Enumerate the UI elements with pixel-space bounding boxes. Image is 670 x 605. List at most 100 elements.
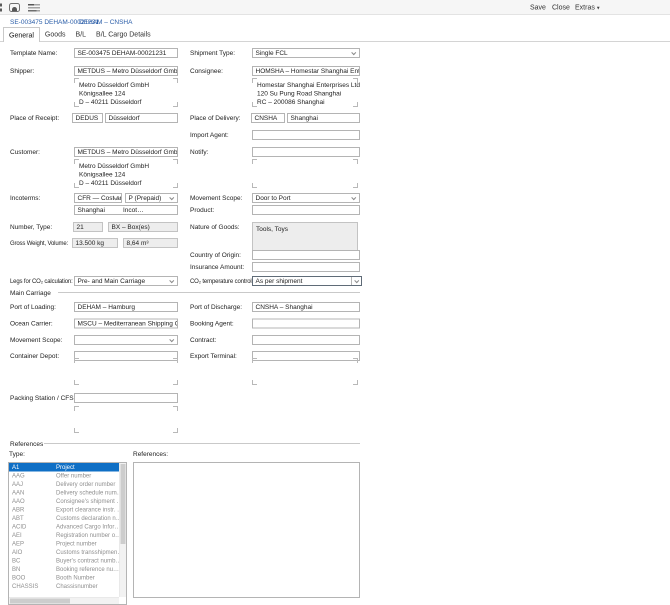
port-of-discharge-input[interactable]: CNSHA – Shanghai	[252, 302, 360, 312]
volume-field: 8,64 m³	[123, 238, 178, 248]
shipment-type-label: Shipment Type:	[190, 48, 235, 58]
vertical-scrollbar[interactable]	[119, 463, 126, 597]
notify-input[interactable]	[252, 147, 360, 157]
country-of-origin-label: Country of Origin:	[190, 250, 241, 260]
reference-type-desc: Registration number o…	[56, 531, 119, 540]
shipment-template-window: Save Close Extras▾ SE-003475 DEHAM-00021…	[0, 0, 670, 605]
horizontal-scrollbar-thumb[interactable]	[10, 599, 70, 604]
close-button[interactable]: Close	[552, 0, 570, 14]
movement-scope-select[interactable]: Door to Port	[252, 193, 360, 203]
incoterms-select[interactable]: CFR — Cost an…	[74, 193, 122, 203]
reference-type-row[interactable]: AEPProject number	[9, 540, 119, 549]
port-of-loading-input[interactable]: DEHAM – Hamburg	[74, 302, 178, 312]
main-carriage-section-label: Main Carriage	[10, 289, 51, 297]
extras-menu-button[interactable]: Extras▾	[575, 0, 600, 14]
booking-agent-input[interactable]	[252, 319, 360, 329]
chevron-down-icon	[169, 337, 174, 342]
reference-type-row[interactable]: AEIRegistration number o…	[9, 531, 119, 540]
consignee-input[interactable]: HOMSHA – Homestar Shanghai Enterprise	[252, 66, 360, 76]
container-depot-address-area[interactable]	[74, 358, 178, 385]
shipper-label: Shipper:	[10, 66, 34, 76]
clipped-toolbar-icon[interactable]	[0, 4, 2, 12]
reference-type-row[interactable]: ABTCustoms declaration n…	[9, 514, 119, 523]
references-divider	[44, 443, 360, 444]
references-textarea[interactable]	[133, 462, 360, 598]
reference-type-desc: Buyer's contract numb…	[56, 557, 119, 566]
tab-general[interactable]: General	[3, 27, 40, 42]
reference-type-code: ABR	[9, 506, 56, 515]
packing-station-label: Packing Station / CFS:	[10, 393, 75, 403]
incoterms-payment-select[interactable]: P (Prepaid)	[125, 193, 178, 203]
reference-type-row[interactable]: BCBuyer's contract numb…	[9, 557, 119, 566]
place-of-delivery-name-input[interactable]: Shanghai	[287, 113, 360, 123]
main-carriage-divider	[58, 292, 360, 293]
notify-address-area[interactable]	[252, 159, 358, 188]
shipper-address: Metro Düsseldorf GmbH Königsallee 124 D …	[79, 81, 149, 107]
template-name-input[interactable]: SE-003475 DEHAM-00021231	[74, 48, 178, 58]
toolbar: Save Close Extras▾	[0, 0, 670, 15]
packing-station-address-area[interactable]	[74, 406, 178, 433]
reference-type-row[interactable]: ACIDAdvanced Cargo Infor…	[9, 523, 119, 532]
export-terminal-address-area[interactable]	[252, 358, 358, 385]
reference-type-code: BC	[9, 557, 56, 566]
packing-station-input[interactable]	[74, 393, 178, 403]
reference-type-desc: Export clearance instr. …	[56, 506, 119, 515]
incoterms-place-input[interactable]: ShanghaiIncot…	[74, 205, 178, 215]
reference-type-code: AAJ	[9, 480, 56, 489]
shipper-input[interactable]: METDUS – Metro Düsseldorf GmbH	[74, 66, 178, 76]
incoterms-label: Incoterms:	[10, 193, 40, 203]
reference-type-desc: Booking reference nu…	[56, 565, 119, 574]
product-label: Product:	[190, 205, 214, 215]
place-of-receipt-name-input[interactable]: Düsseldorf	[105, 113, 178, 123]
list-icon[interactable]	[28, 4, 40, 12]
references-section-label: References	[10, 440, 43, 448]
horizontal-scrollbar[interactable]	[9, 597, 119, 604]
reference-type-row[interactable]: BOOBooth Number	[9, 574, 119, 583]
reference-type-row[interactable]: AAGOffer number	[9, 472, 119, 481]
tab-goods[interactable]: Goods	[40, 27, 71, 42]
reference-type-desc: Booth Number	[56, 574, 119, 583]
reference-type-row[interactable]: AIOCustoms transshipmen…	[9, 548, 119, 557]
save-button[interactable]: Save	[530, 0, 546, 14]
extras-dropdown-arrow-icon: ▾	[597, 5, 600, 11]
reference-type-desc: Advanced Cargo Infor…	[56, 523, 119, 532]
package-type-field: BX – Box(es)	[108, 222, 178, 232]
customer-input[interactable]: METDUS – Metro Düsseldorf GmbH	[74, 147, 178, 157]
product-input[interactable]	[252, 205, 360, 215]
reference-type-row[interactable]: CHASSISChassisnumber	[9, 582, 119, 591]
breadcrumb-route: DEHAM – CNSHA	[79, 18, 132, 26]
reference-type-desc: Delivery order number	[56, 480, 119, 489]
shipment-type-select[interactable]: Single FCL	[252, 48, 360, 58]
reference-type-rows: A1ProjectAAGOffer numberAAJDelivery orde…	[9, 463, 119, 597]
co2-legs-select[interactable]: Pre- and Main Carriage	[74, 276, 178, 286]
insurance-amount-input[interactable]	[252, 262, 360, 272]
reference-type-row[interactable]: AANDelivery schedule num…	[9, 489, 119, 498]
export-terminal-label: Export Terminal:	[190, 351, 237, 361]
reference-type-row[interactable]: AAJDelivery order number	[9, 480, 119, 489]
reference-type-desc: Offer number	[56, 472, 119, 481]
ocean-carrier-input[interactable]: MSCU – Mediterranean Shipping Corp	[74, 319, 178, 329]
contract-input[interactable]	[252, 335, 360, 345]
reference-type-code: AEP	[9, 540, 56, 549]
reference-type-desc: Consignee's shipment …	[56, 497, 119, 506]
carriage-movement-scope-select[interactable]	[74, 335, 178, 345]
co2-temp-control-select[interactable]: As per shipment	[252, 276, 362, 286]
country-of-origin-input[interactable]	[252, 250, 360, 260]
reference-type-list[interactable]: A1ProjectAAGOffer numberAAJDelivery orde…	[8, 462, 127, 605]
tab-bl-cargo-details[interactable]: B/L Cargo Details	[91, 27, 156, 42]
select-arrow-box[interactable]	[351, 277, 361, 285]
inbox-icon[interactable]	[9, 3, 20, 12]
reference-type-desc: Chassisnumber	[56, 582, 119, 591]
reference-type-row[interactable]: A1Project	[9, 463, 119, 472]
chevron-down-icon	[354, 278, 359, 283]
reference-type-row[interactable]: AAOConsignee's shipment …	[9, 497, 119, 506]
place-of-receipt-code-input[interactable]: DEDUS	[72, 113, 103, 123]
reference-type-row[interactable]: BNBooking reference nu…	[9, 565, 119, 574]
import-agent-input[interactable]	[252, 130, 360, 140]
vertical-scrollbar-thumb[interactable]	[121, 464, 126, 544]
tab-bl[interactable]: B/L	[71, 27, 92, 42]
place-of-delivery-code-input[interactable]: CNSHA	[251, 113, 285, 123]
template-name-label: Template Name:	[10, 48, 57, 58]
reference-type-row[interactable]: ABRExport clearance instr. …	[9, 506, 119, 515]
reference-type-code: A1	[9, 463, 56, 472]
